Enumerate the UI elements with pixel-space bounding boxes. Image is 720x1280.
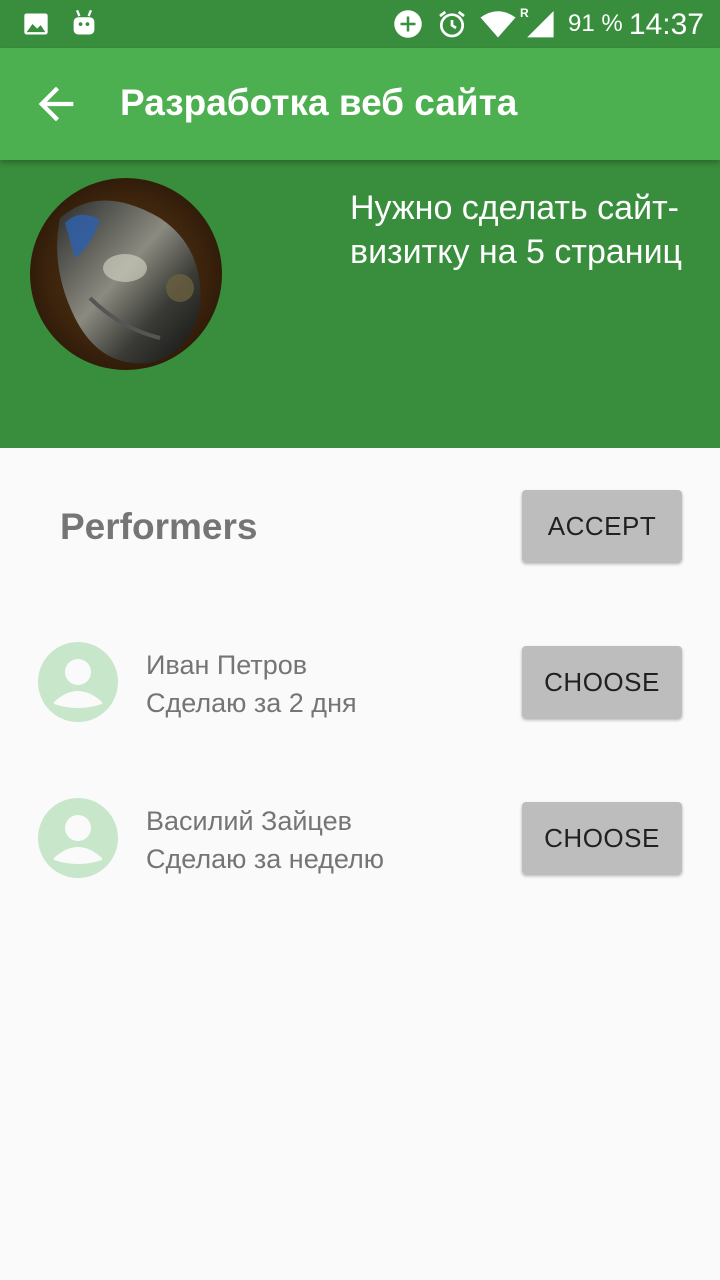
task-image xyxy=(30,178,222,370)
performer-note: Сделаю за 2 дня xyxy=(146,688,357,718)
performers-title: Performers xyxy=(60,506,258,547)
avatar-placeholder-icon xyxy=(38,642,118,722)
avatar-placeholder-icon xyxy=(38,798,118,878)
signal-roaming-icon: R xyxy=(520,6,554,38)
performer-note: Сделаю за неделю xyxy=(146,844,385,874)
data-saver-icon xyxy=(394,10,422,38)
wifi-icon xyxy=(480,11,516,38)
image-icon xyxy=(24,13,48,35)
battery-level: 91 % xyxy=(568,10,623,37)
choose-button[interactable]: CHOOSE xyxy=(522,646,682,718)
task-description: Нужно сделать сайт-визитку на 5 страниц xyxy=(350,189,683,271)
app-bar: Разработка веб сайта xyxy=(0,48,720,160)
choose-button[interactable]: CHOOSE xyxy=(522,802,682,874)
arrow-back-icon[interactable] xyxy=(30,78,82,130)
page-title: Разработка веб сайта xyxy=(120,82,518,123)
clock: 14:37 xyxy=(628,8,704,41)
accept-button[interactable]: ACCEPT xyxy=(522,490,682,562)
performer-name: Иван Петров xyxy=(146,650,308,680)
alarm-icon xyxy=(439,10,465,38)
svg-text:R: R xyxy=(520,6,529,20)
android-icon xyxy=(73,9,95,35)
status-bar: R 91 % 14:37 xyxy=(0,0,720,48)
task-header: Нужно сделать сайт-визитку на 5 страниц xyxy=(0,160,720,448)
computer-mouse-image xyxy=(30,178,222,370)
performer-name: Василий Зайцев xyxy=(146,806,352,836)
